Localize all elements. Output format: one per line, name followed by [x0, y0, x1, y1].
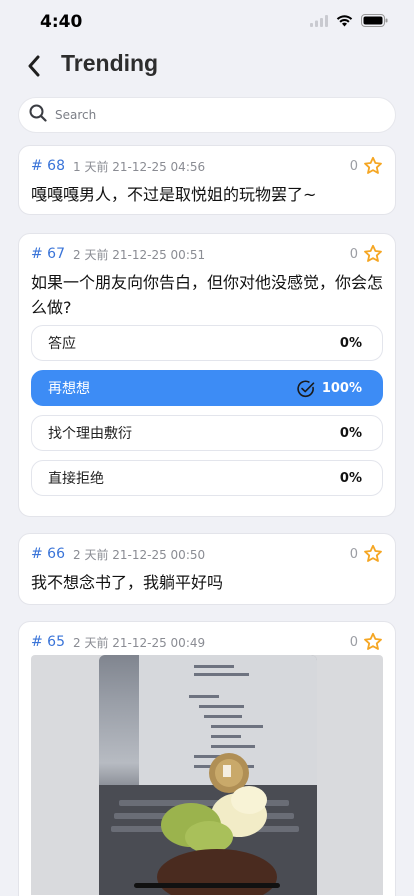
check-circle-icon	[296, 379, 316, 403]
poll-option-label: 答应	[48, 336, 76, 352]
favorite-button[interactable]: 0	[350, 244, 383, 264]
status-bar: 4:40	[0, 0, 414, 46]
poll-option-percent: 0%	[339, 470, 362, 486]
poll-option-percent: 100%	[321, 380, 362, 396]
nav-bar: Trending	[0, 46, 414, 90]
back-button[interactable]	[20, 52, 48, 80]
post-header: # 68 1 天前 21-12-25 04:56 0	[31, 156, 383, 176]
star-icon	[364, 632, 382, 650]
post-card[interactable]: # 66 2 天前 21-12-25 00:50 0 我不想念书了，我躺平好吗	[18, 533, 396, 605]
post-text: 我不想念书了，我躺平好吗	[31, 573, 224, 592]
favorite-count: 0	[349, 634, 358, 650]
page-title: Trending	[61, 50, 159, 76]
post-id[interactable]: # 65	[31, 634, 65, 650]
star-icon	[364, 544, 382, 562]
battery-icon	[361, 14, 388, 27]
chevron-left-icon	[28, 55, 40, 77]
post-card[interactable]: # 67 2 天前 21-12-25 00:51 0 如果一个朋友向你告白，但你…	[18, 233, 396, 517]
poll-option[interactable]: 找个理由敷衍 0%	[31, 415, 383, 451]
favorite-button[interactable]: 0	[350, 632, 383, 652]
post-image-container[interactable]	[31, 655, 383, 895]
post-id[interactable]: # 66	[31, 546, 65, 562]
post-id[interactable]: # 67	[31, 246, 65, 262]
post-card[interactable]: # 65 2 天前 21-12-25 00:49 0	[18, 621, 396, 896]
status-icons	[310, 14, 388, 27]
favorite-count: 0	[349, 546, 358, 562]
cupcake-photo[interactable]	[99, 655, 317, 895]
poll-option-percent: 0%	[339, 335, 362, 351]
poll-option-selected[interactable]: 再想想 100%	[31, 370, 383, 406]
post-text: 如果一个朋友向你告白，但你对他没感觉，你会怎么做?	[31, 273, 384, 317]
wifi-icon	[336, 14, 353, 27]
favorite-button[interactable]: 0	[350, 156, 383, 176]
favorite-count: 0	[349, 246, 358, 262]
poll-option-label: 直接拒绝	[48, 471, 104, 487]
favorite-button[interactable]: 0	[350, 544, 383, 564]
post-timestamp: 1 天前 21-12-25 04:56	[73, 159, 206, 174]
search-icon	[29, 104, 47, 126]
post-text: 嘎嘎嘎男人，不过是取悦姐的玩物罢了~	[31, 185, 317, 204]
post-header: # 67 2 天前 21-12-25 00:51 0	[31, 244, 383, 264]
post-timestamp: 2 天前 21-12-25 00:49	[73, 635, 206, 650]
post-card[interactable]: # 68 1 天前 21-12-25 04:56 0 嘎嘎嘎男人，不过是取悦姐的…	[18, 145, 396, 215]
favorite-count: 0	[349, 158, 358, 174]
search-input[interactable]	[55, 108, 355, 122]
star-icon	[364, 244, 382, 262]
search-bar[interactable]	[18, 97, 396, 133]
poll-option-label: 找个理由敷衍	[48, 426, 132, 442]
poll-option[interactable]: 直接拒绝 0%	[31, 460, 383, 496]
poll-option[interactable]: 答应 0%	[31, 325, 383, 361]
post-timestamp: 2 天前 21-12-25 00:50	[73, 547, 206, 562]
post-timestamp: 2 天前 21-12-25 00:51	[73, 247, 206, 262]
post-header: # 66 2 天前 21-12-25 00:50 0	[31, 544, 383, 564]
poll-option-percent: 0%	[339, 425, 362, 441]
post-id[interactable]: # 68	[31, 158, 65, 174]
status-time: 4:40	[40, 12, 83, 32]
poll-option-label: 再想想	[48, 381, 90, 397]
star-icon	[364, 156, 382, 174]
home-indicator	[134, 883, 280, 888]
post-header: # 65 2 天前 21-12-25 00:49 0	[31, 632, 383, 652]
signal-icon	[310, 14, 328, 27]
